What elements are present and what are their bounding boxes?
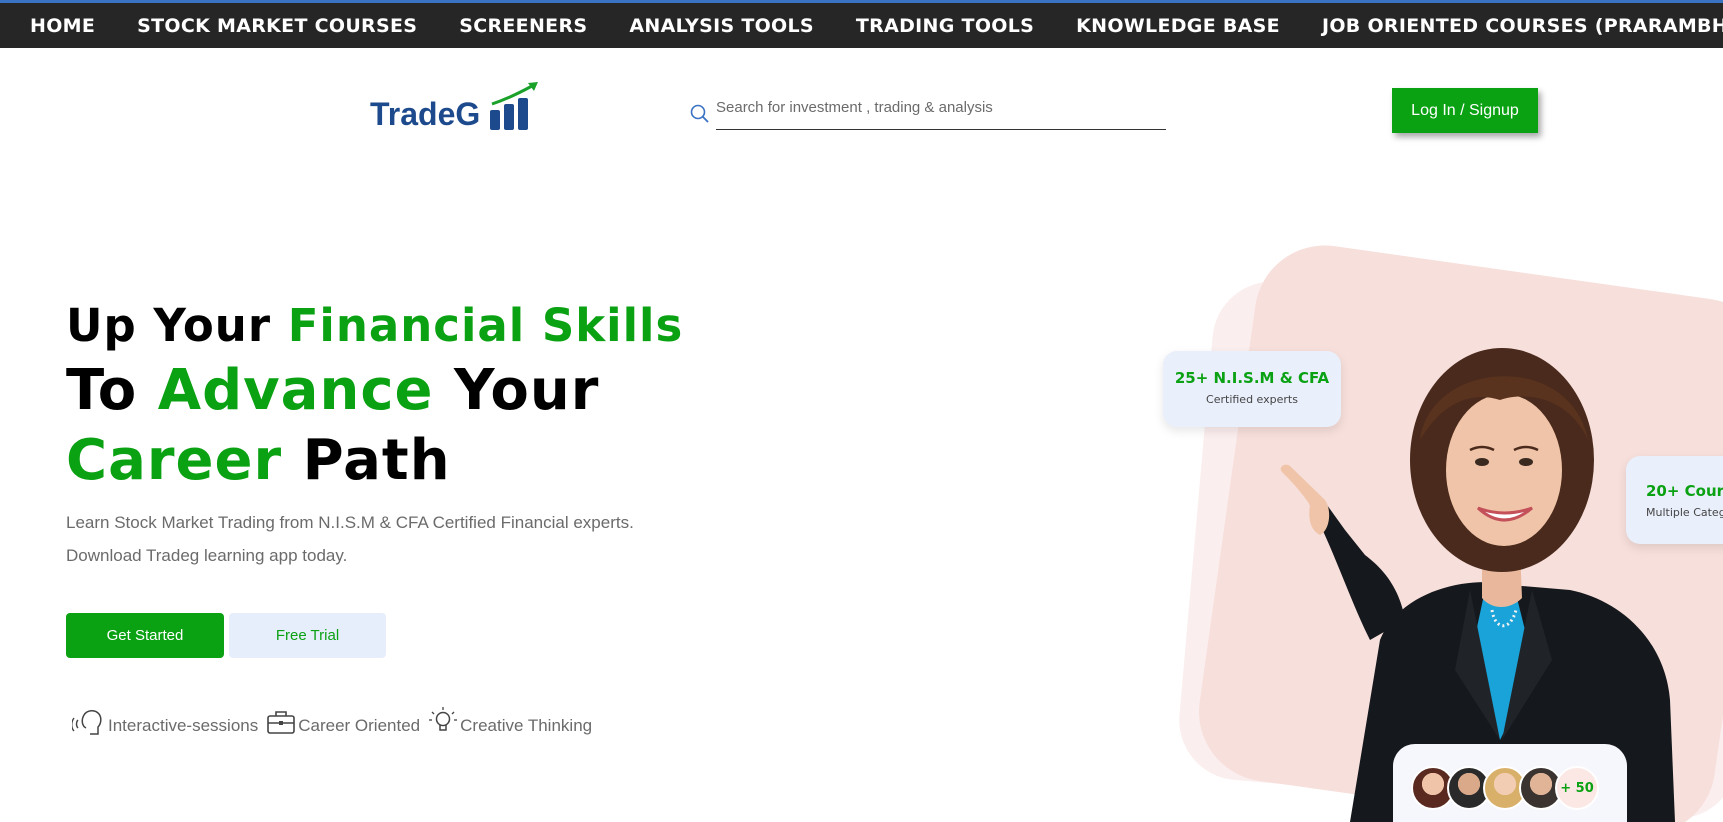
top-navigation: HOME STOCK MARKET COURSES SCREENERS ANAL… (0, 0, 1723, 48)
logo-chart-icon (490, 82, 539, 130)
nav-stock-market-courses[interactable]: STOCK MARKET COURSES (116, 15, 438, 37)
hero-title-highlight: Advance (157, 358, 434, 423)
certified-experts-badge: 25+ N.I.S.M & CFA Certified experts (1163, 351, 1341, 427)
briefcase-icon (267, 711, 296, 734)
search-input[interactable] (716, 92, 1166, 130)
hero-title-part: Up Your (66, 299, 288, 352)
badge-subtitle: Certified experts (1206, 393, 1298, 406)
feature-item: Career Oriented (266, 708, 420, 736)
nav-knowledge-base[interactable]: KNOWLEDGE BASE (1055, 15, 1301, 37)
hero-subtitle-line: Learn Stock Market Trading from N.I.S.M … (66, 513, 634, 532)
feature-item: Interactive-sessions (72, 706, 258, 736)
hero-title-highlight: Financial Skills (287, 299, 684, 352)
hero-title: Up Your Financial Skills To Advance Your… (66, 296, 683, 496)
courses-badge: 20+ Cours Multiple Categ (1626, 456, 1723, 544)
nav-job-oriented-courses[interactable]: JOB ORIENTED COURSES (PRARAMBH) (1301, 15, 1723, 37)
badge-title: 25+ N.I.S.M & CFA (1174, 369, 1330, 387)
hero-title-part: To (66, 358, 158, 423)
hero-title-part: Your (433, 358, 600, 423)
hero-subtitle-line: Download Tradeg learning app today. (66, 546, 348, 565)
nav-analysis-tools[interactable]: ANALYSIS TOOLS (608, 15, 835, 37)
nav-screeners[interactable]: SCREENERS (438, 15, 608, 37)
badge-subtitle: Multiple Categ (1646, 506, 1723, 519)
nav-home[interactable]: HOME (0, 15, 116, 37)
free-trial-button[interactable]: Free Trial (229, 613, 386, 658)
search-icon[interactable] (688, 102, 712, 126)
headset-icon (72, 710, 102, 735)
feature-list: Interactive-sessions Career Oriented Cre… (72, 706, 600, 736)
badge-title: 20+ Cours (1646, 482, 1723, 500)
hero-title-part: Path (282, 428, 451, 493)
site-logo[interactable]: TradeG (370, 80, 540, 132)
get-started-button[interactable]: Get Started (66, 613, 224, 658)
feature-label: Career Oriented (298, 716, 421, 735)
logo-text: TradeG (370, 96, 481, 132)
hero-subtitle: Learn Stock Market Trading from N.I.S.M … (66, 506, 634, 572)
feature-label: Interactive-sessions (108, 716, 259, 735)
more-learners-badge: + 50 (1555, 766, 1599, 810)
feature-label: Creative Thinking (460, 716, 593, 735)
feature-item: Creative Thinking (428, 706, 592, 736)
search-bar (688, 92, 1168, 130)
learners-avatars-card: + 50 (1393, 744, 1627, 822)
nav-trading-tools[interactable]: TRADING TOOLS (835, 15, 1055, 37)
hero-title-highlight: Career (66, 428, 283, 493)
lightbulb-icon (429, 707, 458, 731)
login-signup-button[interactable]: Log In / Signup (1392, 88, 1538, 133)
